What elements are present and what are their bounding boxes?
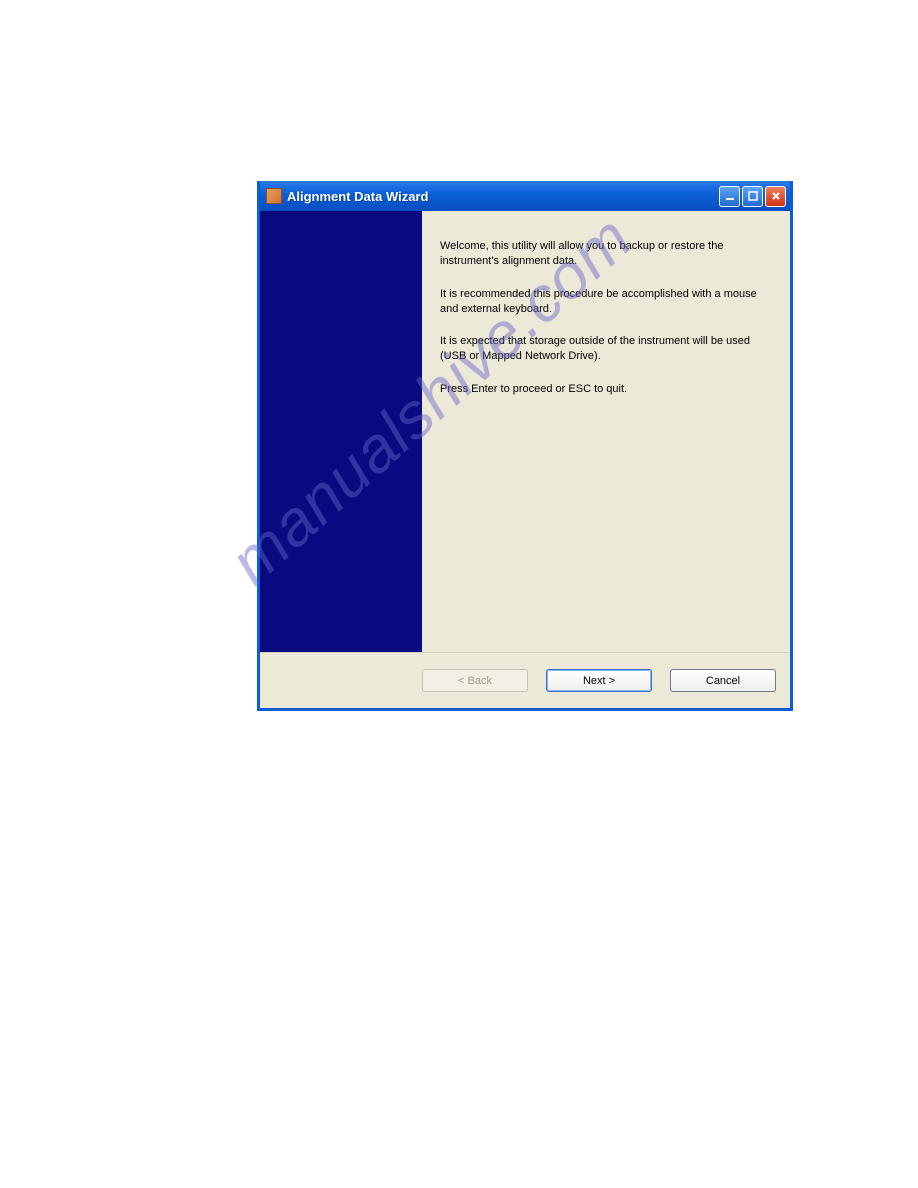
- main-panel: Welcome, this utility will allow you to …: [422, 211, 790, 652]
- back-button: < Back: [422, 669, 528, 692]
- close-button[interactable]: [765, 186, 786, 207]
- next-button[interactable]: Next >: [546, 669, 652, 692]
- titlebar[interactable]: Alignment Data Wizard: [260, 181, 790, 211]
- minimize-icon: [724, 190, 736, 202]
- welcome-text-4: Press Enter to proceed or ESC to quit.: [440, 382, 776, 397]
- button-row: < Back Next > Cancel: [260, 652, 790, 708]
- client-area: Welcome, this utility will allow you to …: [260, 211, 790, 708]
- side-panel: [260, 211, 422, 652]
- content-row: Welcome, this utility will allow you to …: [260, 211, 790, 652]
- wizard-window: Alignment Data Wizard Welcome, this util…: [257, 181, 793, 711]
- close-icon: [770, 190, 782, 202]
- cancel-button[interactable]: Cancel: [670, 669, 776, 692]
- window-controls: [719, 186, 790, 207]
- welcome-text-3: It is expected that storage outside of t…: [440, 334, 776, 364]
- welcome-text-1: Welcome, this utility will allow you to …: [440, 239, 776, 269]
- maximize-icon: [747, 190, 759, 202]
- window-title: Alignment Data Wizard: [287, 189, 719, 204]
- maximize-button[interactable]: [742, 186, 763, 207]
- welcome-text-2: It is recommended this procedure be acco…: [440, 287, 776, 317]
- minimize-button[interactable]: [719, 186, 740, 207]
- app-icon: [266, 188, 282, 204]
